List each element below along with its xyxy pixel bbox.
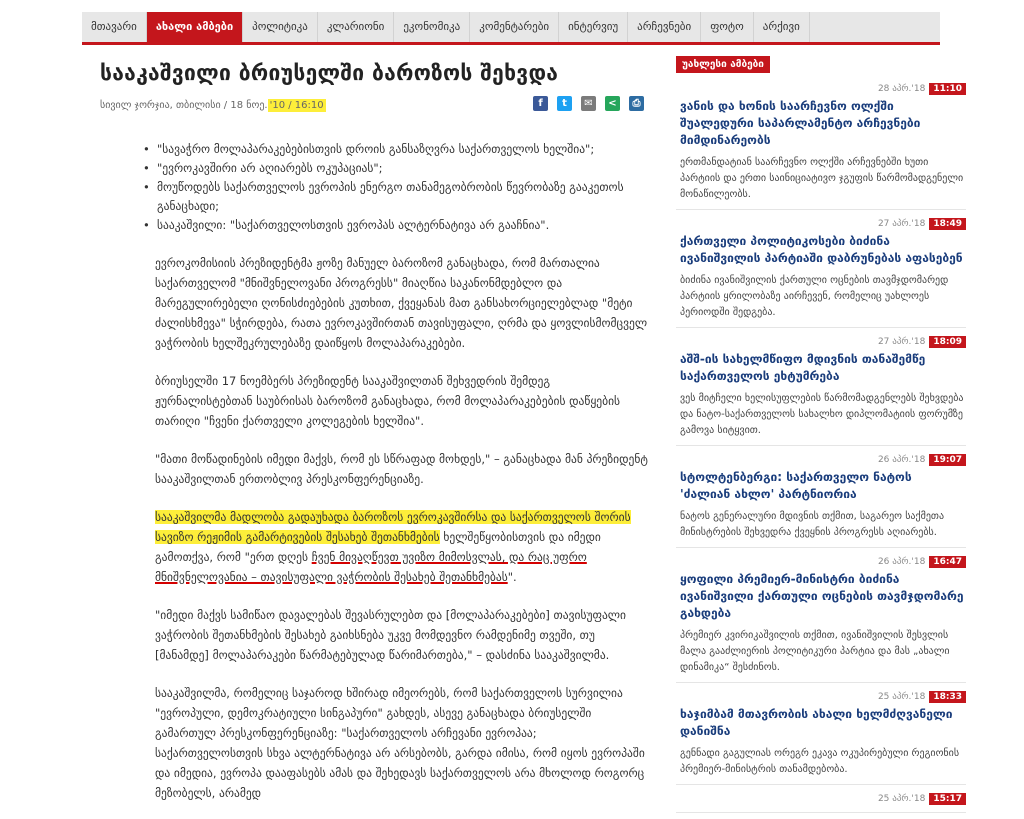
nav-item-clarion[interactable]: კლარიონი <box>318 12 395 42</box>
news-description: ბიძინა ივანიშვილის ქართული ოცნების თავმჯ… <box>680 275 949 318</box>
article-paragraph-highlighted: სააკაშვილმა მადლობა გადაუხადა ბაროზოს ევ… <box>155 507 648 587</box>
article-paragraph: "მათი მოწადინების იმედი მაქვს, რომ ეს სწ… <box>155 452 648 486</box>
nav-item-economy[interactable]: ეკონომიკა <box>394 12 471 42</box>
news-date: 27 აპრ.'18 <box>877 336 926 347</box>
news-item: 26 აპრ.'18 16:47 ყოფილი პრემიერ-მინისტრი … <box>676 554 966 683</box>
news-description: გენნადი გაგულიას ორეგრ ეკავა ოკუპირებული… <box>680 748 960 775</box>
share-toolbar: f t ✉ < ⎙ <box>533 96 644 111</box>
sidebar-heading: უახლესი ამბები <box>676 56 770 73</box>
news-date: 26 აპრ.'18 <box>877 556 926 567</box>
news-date: 28 აპრ.'18 <box>877 83 926 94</box>
latest-news-sidebar: უახლესი ამბები 28 აპრ.'18 11:10 ვანის და … <box>676 52 966 819</box>
news-date: 26 აპრ.'18 <box>877 454 926 465</box>
news-description: ვეს მიტჩელი ხელისუფლების წარმომადგენლებს… <box>680 393 964 436</box>
main-nav: მთავარი ახალი ამბები პოლიტიკა კლარიონი ე… <box>82 12 940 45</box>
news-description: ერთმანდატიან საარჩევნო ოლქში არჩევნებში … <box>680 157 964 200</box>
top-strip <box>0 0 1024 12</box>
article-paragraph: ევროკომისიის პრეზიდენტმა ჟოზე მანუელ ბარ… <box>155 256 648 350</box>
news-title-link[interactable]: ხაჯიმბამ მთავრობის ახალი ხელმძღვანელი და… <box>680 706 966 740</box>
article-byline: სივილ ჯორჯია, თბილისი / 18 ნოე. '10 / 16:… <box>100 99 326 112</box>
news-time-badge: 18:49 <box>929 217 966 230</box>
twitter-icon[interactable]: t <box>557 96 572 111</box>
news-description: პრემიერ კვირიკაშვილის თქმით, ივანიშვილის… <box>680 630 950 673</box>
news-item: 27 აპრ.'18 18:09 აშშ-ის სახელმწიფო მდივნი… <box>676 334 966 446</box>
article-paragraph: სააკაშვილმა, რომელიც საჯაროდ ხშირად იმეო… <box>155 686 645 800</box>
news-title-link[interactable]: სტოლტენბერგი: საქართველო ნატოს 'ძალიან ა… <box>680 469 966 503</box>
nav-item-politics[interactable]: პოლიტიკა <box>243 12 318 42</box>
article-summary-list: "სავაჭრო მოლაპარაკებებისთვის დროის განსა… <box>100 140 648 235</box>
facebook-icon[interactable]: f <box>533 96 548 111</box>
news-title-link[interactable]: აშშ-ის სახელმწიფო მდივნის თანაშემწე საქა… <box>680 351 966 385</box>
news-item: 25 აპრ.'18 18:33 ხაჯიმბამ მთავრობის ახალი… <box>676 689 966 785</box>
article-meta: სივილ ჯორჯია, თბილისი / 18 ნოე. '10 / 16:… <box>100 96 648 120</box>
article-title: სააკაშვილი ბრიუსელში ბაროზოს შეხვდა <box>100 61 559 85</box>
news-time-badge: 16:47 <box>929 555 966 568</box>
email-icon[interactable]: ✉ <box>581 96 596 111</box>
news-item: 26 აპრ.'18 19:07 სტოლტენბერგი: საქართველო… <box>676 452 966 548</box>
summary-item: "სავაჭრო მოლაპარაკებებისთვის დროის განსა… <box>143 140 648 159</box>
news-item: 28 აპრ.'18 11:10 ვანის და ხონის საარჩევნო… <box>676 81 966 210</box>
nav-item-comments[interactable]: კომენტარები <box>470 12 560 42</box>
summary-item: მოუწოდებს საქართველოს ევროპის ენერგო თან… <box>143 178 648 216</box>
news-date: 27 აპრ.'18 <box>877 218 926 229</box>
byline-text: სივილ ჯორჯია, თბილისი / 18 ნოე. <box>100 100 268 111</box>
print-icon[interactable]: ⎙ <box>629 96 644 111</box>
news-time-badge: 18:33 <box>929 690 966 703</box>
article: სააკაშვილი ბრიუსელში ბაროზოს შეხვდა სივი… <box>100 58 648 803</box>
news-date: 25 აპრ.'18 <box>877 793 926 804</box>
news-time-badge: 15:17 <box>929 792 966 805</box>
news-description: ნატოს გენერალური მდივნის თქმით, საგარეო … <box>680 511 945 538</box>
nav-item-news[interactable]: ახალი ამბები <box>146 12 244 42</box>
news-time-badge: 19:07 <box>929 453 966 466</box>
nav-item-archive[interactable]: არქივი <box>754 12 810 42</box>
share-icon[interactable]: < <box>605 96 620 111</box>
article-date: '10 / 16:10 <box>267 99 326 112</box>
nav-item-photo[interactable]: ფოტო <box>701 12 754 42</box>
news-title-link[interactable]: ვანის და ხონის საარჩევნო ოლქში შუალედური… <box>680 98 966 149</box>
news-title-link[interactable]: ყოფილი პრემიერ-მინისტრი ბიძინა ივანიშვილ… <box>680 571 966 622</box>
nav-item-elections[interactable]: არჩევნები <box>628 12 702 42</box>
paragraph-text: ". <box>507 570 517 584</box>
summary-item: "ევროკავშირი არ აღიარებს ოკუპაციას"; <box>143 159 648 178</box>
news-time-badge: 18:09 <box>929 335 966 348</box>
news-time-badge: 11:10 <box>929 82 966 95</box>
nav-item-home[interactable]: მთავარი <box>82 12 147 42</box>
news-item: 27 აპრ.'18 18:49 ქართველი პოლიტიკოსები ბი… <box>676 216 966 328</box>
article-paragraph: "იმედი მაქვს სამიწაო დავალებას შევასრულე… <box>155 608 626 662</box>
article-paragraph: ბრიუსელში 17 ნოემბერს პრეზიდენტ სააკაშვი… <box>155 374 621 428</box>
news-item: 25 აპრ.'18 15:17 <box>676 791 966 813</box>
summary-item: სააკაშვილი: "საქართველოსთვის ევროპას ალტ… <box>143 216 648 235</box>
nav-item-interview[interactable]: ინტერვიუ <box>559 12 629 42</box>
news-date: 25 აპრ.'18 <box>877 691 926 702</box>
news-title-link[interactable]: ქართველი პოლიტიკოსები ბიძინა ივანიშვილის… <box>680 233 966 267</box>
